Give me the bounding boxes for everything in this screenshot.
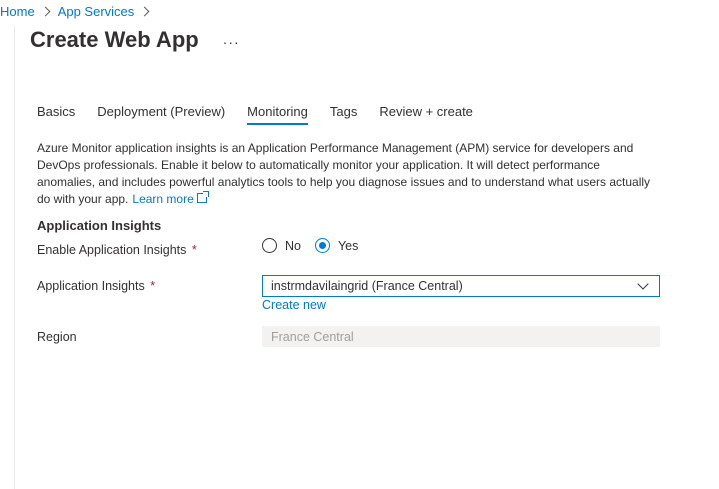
tab-review-create[interactable]: Review + create <box>379 104 473 125</box>
create-new-link[interactable]: Create new <box>262 298 326 312</box>
radio-no[interactable]: No <box>262 238 301 253</box>
tab-tags[interactable]: Tags <box>330 104 357 125</box>
region-label: Region <box>37 330 77 344</box>
tab-basics[interactable]: Basics <box>37 104 75 125</box>
more-options-button[interactable]: ··· <box>223 34 240 50</box>
breadcrumb: Home App Services <box>0 4 157 19</box>
enable-insights-label-text: Enable Application Insights <box>37 243 187 257</box>
external-link-icon <box>196 191 209 203</box>
tab-deployment[interactable]: Deployment (Preview) <box>97 104 225 125</box>
enable-insights-radio-group: No Yes <box>262 238 372 253</box>
app-insights-selected-value: instrmdavilaingrid (France Central) <box>271 279 463 293</box>
tab-monitoring[interactable]: Monitoring <box>247 104 308 125</box>
radio-no-label: No <box>285 238 301 253</box>
app-insights-label: Application Insights * <box>37 279 155 293</box>
learn-more-label: Learn more <box>132 192 194 206</box>
chevron-right-icon <box>139 6 150 17</box>
breadcrumb-app-services-link[interactable]: App Services <box>58 4 135 19</box>
title-row: Create Web App ··· <box>30 27 240 53</box>
wizard-tabs: Basics Deployment (Preview) Monitoring T… <box>37 104 495 125</box>
left-divider <box>0 26 15 489</box>
chevron-down-icon <box>637 278 649 290</box>
radio-yes[interactable]: Yes <box>314 238 359 253</box>
chevron-right-icon <box>40 6 51 17</box>
app-insights-dropdown[interactable]: instrmdavilaingrid (France Central) <box>262 275 660 297</box>
create-web-app-page: Home App Services Create Web App ··· Bas… <box>0 0 719 489</box>
breadcrumb-home-link[interactable]: Home <box>0 4 35 19</box>
description-text: Azure Monitor application insights is an… <box>37 141 651 206</box>
page-title: Create Web App <box>30 27 199 52</box>
learn-more-link[interactable]: Learn more <box>132 191 209 206</box>
radio-yes-label: Yes <box>337 238 359 253</box>
radio-yes-circle[interactable] <box>314 238 330 253</box>
required-marker: * <box>150 279 156 293</box>
required-marker: * <box>191 243 197 257</box>
section-title: Application Insights <box>37 218 162 233</box>
app-insights-label-text: Application Insights <box>37 279 145 293</box>
monitoring-description: Azure Monitor application insights is an… <box>37 140 657 208</box>
enable-insights-label: Enable Application Insights * <box>37 243 197 257</box>
region-field: France Central <box>262 326 660 347</box>
radio-no-circle[interactable] <box>262 238 277 253</box>
